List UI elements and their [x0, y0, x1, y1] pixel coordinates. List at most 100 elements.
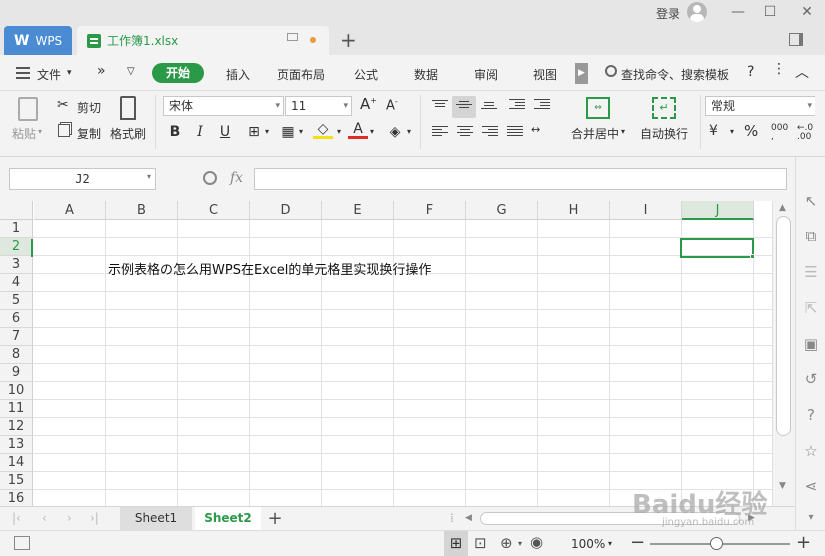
monitor-icon[interactable]: [287, 33, 298, 41]
row-header-8[interactable]: 8: [0, 346, 33, 364]
tab-split-handle[interactable]: ⁞: [450, 507, 454, 530]
zoom-out-button[interactable]: −: [630, 532, 645, 553]
row-header-5[interactable]: 5: [0, 292, 33, 310]
font-size-select[interactable]: 11: [285, 96, 352, 116]
clear-format-icon[interactable]: ◈: [385, 122, 405, 142]
row-header-6[interactable]: 6: [0, 310, 33, 328]
fill-handle[interactable]: [750, 254, 755, 259]
row-header-12[interactable]: 12: [0, 418, 33, 436]
column-header-g[interactable]: G: [466, 201, 538, 220]
collapse-ribbon-icon[interactable]: ︿: [795, 62, 809, 82]
column-header-j[interactable]: J: [682, 201, 754, 220]
row-header-7[interactable]: 7: [0, 328, 33, 346]
help-circle-icon[interactable]: ?: [796, 406, 825, 424]
shapes-icon[interactable]: ⧉: [796, 227, 825, 245]
copy-button[interactable]: 复制: [77, 125, 101, 142]
minimize-button[interactable]: —: [728, 4, 748, 20]
currency-chevron-icon[interactable]: ▾: [730, 127, 734, 136]
adjust-icon[interactable]: ☰: [796, 263, 825, 281]
merge-center-button[interactable]: 合并居中: [571, 125, 619, 142]
zoom-in-button[interactable]: +: [796, 532, 811, 553]
row-header-3[interactable]: 3: [0, 256, 33, 274]
menu-item-data[interactable]: 数据: [414, 66, 438, 83]
close-button[interactable]: ✕: [797, 4, 817, 20]
share-icon[interactable]: ⋖: [796, 477, 825, 495]
login-label[interactable]: 登录: [656, 5, 680, 22]
history-icon[interactable]: ↺: [796, 370, 825, 388]
row-header-4[interactable]: 4: [0, 274, 33, 292]
last-sheet-icon[interactable]: ›|: [90, 507, 99, 530]
maximize-button[interactable]: ☐: [760, 4, 780, 20]
align-left-icon[interactable]: [432, 126, 448, 138]
name-box[interactable]: J2: [9, 168, 156, 190]
decrease-indent-icon[interactable]: [509, 99, 525, 111]
panel-expand-icon[interactable]: ▾: [796, 512, 825, 523]
paste-chevron-icon[interactable]: ▾: [38, 127, 42, 136]
column-header-h[interactable]: H: [538, 201, 610, 220]
sheet-tab-sheet2[interactable]: Sheet2: [195, 507, 261, 530]
column-header-b[interactable]: B: [106, 201, 178, 220]
font-shrink-icon[interactable]: A-: [386, 97, 398, 113]
menu-item-page-layout[interactable]: 页面布局: [277, 66, 325, 83]
align-center-icon[interactable]: [457, 126, 473, 138]
distribute-icon[interactable]: ↔: [531, 123, 540, 136]
increase-indent-icon[interactable]: [534, 99, 550, 111]
percent-icon[interactable]: %: [744, 122, 758, 140]
menu-item-view[interactable]: 视图: [533, 66, 557, 83]
column-header-c[interactable]: C: [178, 201, 250, 220]
hscroll-left-icon[interactable]: ◀: [465, 507, 472, 530]
row-header-9[interactable]: 9: [0, 364, 33, 382]
select-all-corner[interactable]: [0, 201, 33, 220]
row-header-1[interactable]: 1: [0, 220, 33, 238]
row-header-15[interactable]: 15: [0, 472, 33, 490]
bold-icon[interactable]: B: [165, 122, 185, 142]
menu-item-formula[interactable]: 公式: [354, 66, 378, 83]
user-avatar-icon[interactable]: [687, 2, 707, 22]
font-color-chevron-icon[interactable]: ▾: [370, 127, 374, 136]
align-bottom-icon[interactable]: [481, 102, 497, 114]
menu-item-insert[interactable]: 插入: [226, 66, 250, 83]
next-sheet-icon[interactable]: ›: [67, 507, 72, 530]
format-painter-button[interactable]: 格式刷: [110, 125, 146, 142]
row-header-16[interactable]: 16: [0, 490, 33, 506]
zoom-formula-icon[interactable]: [203, 171, 217, 185]
decimal-icon[interactable]: ←.0.00: [797, 124, 813, 142]
active-cell-j2[interactable]: [680, 238, 754, 258]
align-middle-icon[interactable]: [456, 101, 472, 113]
pointer-icon[interactable]: ↖: [796, 192, 825, 210]
cut-button[interactable]: 剪切: [77, 99, 101, 116]
fx-button[interactable]: fx: [230, 170, 243, 186]
wrap-text-button[interactable]: 自动换行: [640, 125, 688, 142]
vertical-scrollbar[interactable]: ▲ ▼: [772, 201, 795, 506]
status-mode-icon[interactable]: [14, 536, 30, 550]
border-icon[interactable]: ⊞: [244, 122, 264, 142]
paste-button[interactable]: 粘贴: [12, 125, 36, 142]
file-menu[interactable]: 文件: [37, 66, 61, 83]
page-break-view-icon[interactable]: ⊕: [500, 534, 513, 552]
new-tab-button[interactable]: +: [340, 28, 357, 52]
export-icon[interactable]: ⇱: [796, 299, 825, 317]
align-right-icon[interactable]: [482, 126, 498, 138]
font-grow-icon[interactable]: A+: [360, 95, 377, 113]
row-header-14[interactable]: 14: [0, 454, 33, 472]
zoom-chevron-icon[interactable]: ▾: [608, 539, 612, 548]
tab-workbook[interactable]: 工作簿1.xlsx: [77, 26, 329, 55]
command-search[interactable]: 查找命令、搜索模板: [621, 66, 729, 83]
normal-view-icon[interactable]: ⊞: [444, 531, 468, 556]
hamburger-icon[interactable]: [16, 67, 30, 79]
sidebar-toggle-icon[interactable]: [789, 33, 803, 46]
spreadsheet-grid[interactable]: ABCDEFGHIJ 1 2 3 4 5 6 7 8 9 10 11 12 13 14 15 16 示例表格の…: [0, 201, 772, 506]
row-header-13[interactable]: 13: [0, 436, 33, 454]
tab-wps[interactable]: W WPS: [4, 26, 72, 55]
image-icon[interactable]: ▣: [796, 335, 825, 353]
column-header-i[interactable]: I: [610, 201, 682, 220]
zoom-slider-thumb[interactable]: [710, 537, 723, 550]
page-break-chevron-icon[interactable]: ▾: [518, 539, 522, 548]
row-header-10[interactable]: 10: [0, 382, 33, 400]
column-header-d[interactable]: D: [250, 201, 322, 220]
prev-sheet-icon[interactable]: ‹: [42, 507, 47, 530]
highlight-chevron-icon[interactable]: ▾: [337, 127, 341, 136]
row-header-2[interactable]: 2: [0, 238, 33, 256]
column-header-a[interactable]: A: [34, 201, 106, 220]
number-format-select[interactable]: 常规: [705, 96, 815, 116]
